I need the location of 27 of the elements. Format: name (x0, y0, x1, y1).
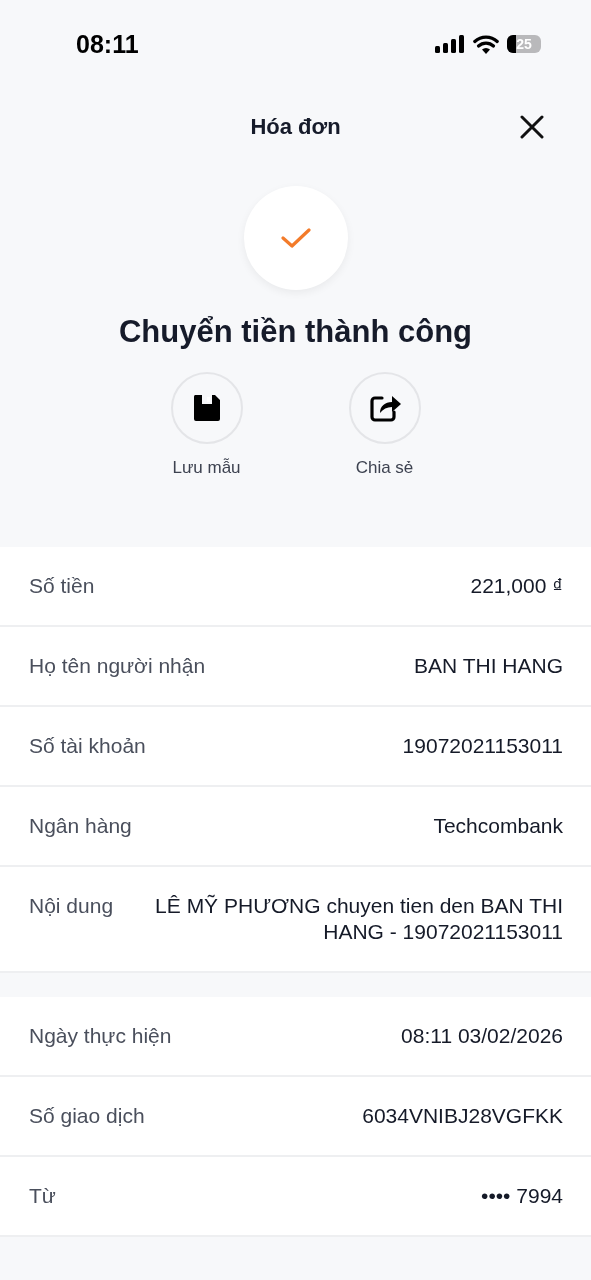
detail-label: Số giao dịch (29, 1103, 145, 1128)
close-button[interactable] (519, 114, 545, 140)
detail-value: LÊ MỸ PHƯƠNG chuyen tien den BAN THI HANG - 19072021153011 (154, 893, 563, 945)
detail-label: Số tiền (29, 573, 95, 598)
detail-value: Techcombank (433, 813, 563, 839)
battery-indicator: 25 (507, 35, 541, 53)
signal-icon (435, 35, 465, 53)
detail-label: Họ tên người nhận (29, 653, 206, 678)
detail-value: 08:11 03/02/2026 (401, 1023, 563, 1049)
wifi-icon (473, 34, 499, 54)
detail-label: Ngày thực hiện (29, 1023, 172, 1048)
page-title: Hóa đơn (250, 114, 341, 140)
detail-label: Nội dung (29, 893, 114, 918)
detail-value: 221,000 ₫ (470, 573, 563, 599)
detail-value: 6034VNIBJ28VGFKK (362, 1103, 563, 1129)
detail-value: 19072021153011 (402, 733, 563, 759)
detail-value: BAN THI HANG (414, 653, 563, 679)
check-icon (280, 227, 311, 249)
detail-label: Số tài khoản (29, 733, 146, 758)
detail-label: Ngân hàng (29, 813, 132, 838)
detail-value: •••• 7994 (481, 1183, 563, 1209)
close-icon (520, 115, 544, 139)
result-title: Chuyển tiền thành công (118, 314, 473, 350)
detail-label: Từ (29, 1183, 56, 1208)
action-label: Lưu mẫu (172, 458, 241, 478)
action-label: Chia sẻ (355, 458, 414, 478)
status-time: 08:11 (76, 29, 139, 59)
